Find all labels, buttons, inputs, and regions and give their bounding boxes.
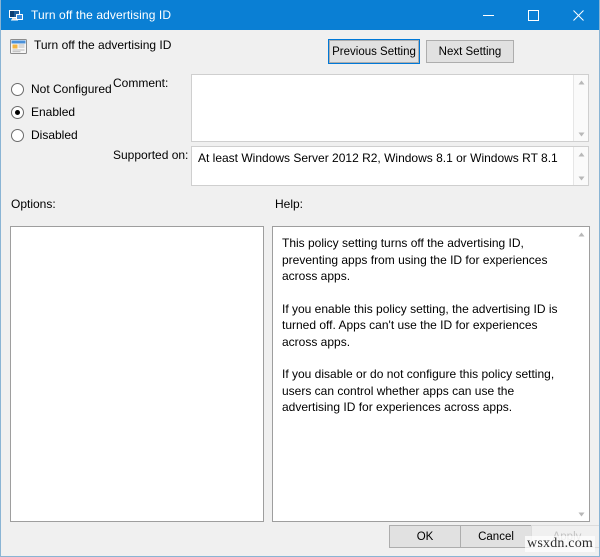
comment-label: Comment: (113, 76, 169, 90)
title-bar: Turn off the advertising ID (1, 0, 599, 30)
minimize-button[interactable] (466, 0, 511, 30)
policy-display-icon (8, 7, 24, 23)
help-panel: This policy setting turns off the advert… (272, 226, 590, 522)
help-scrollbar[interactable] (574, 227, 589, 521)
radio-enabled-label: Enabled (31, 105, 76, 119)
radio-not-configured-mark[interactable] (11, 82, 24, 96)
ok-button[interactable]: OK (389, 525, 461, 548)
help-paragraph-3: If you disable or do not configure this … (282, 367, 555, 414)
next-setting-button[interactable]: Next Setting (426, 40, 514, 63)
supported-on-label: Supported on: (113, 148, 189, 162)
options-label: Options: (11, 197, 56, 211)
previous-setting-button[interactable]: Previous Setting (328, 39, 420, 64)
radio-enabled-mark[interactable] (11, 105, 24, 119)
radio-disabled[interactable]: Disabled (11, 126, 78, 144)
supported-on-textbox[interactable]: At least Windows Server 2012 R2, Windows… (191, 146, 589, 186)
maximize-button[interactable] (511, 0, 556, 30)
radio-not-configured-label: Not Configured (31, 82, 112, 96)
comment-scroll-up-icon[interactable] (574, 75, 589, 89)
help-text: This policy setting turns off the advert… (273, 227, 574, 521)
options-panel[interactable] (10, 226, 264, 522)
comment-scroll-down-icon[interactable] (574, 127, 589, 141)
help-paragraph-2: If you enable this policy setting, the a… (282, 301, 558, 349)
supported-on-scrollbar[interactable] (573, 147, 588, 185)
page-title: Turn off the advertising ID (34, 38, 172, 52)
comment-scrollbar[interactable] (573, 75, 588, 141)
policy-setting-dialog: Turn off the advertising ID Turn off the… (0, 0, 600, 557)
radio-not-configured[interactable]: Not Configured (11, 80, 112, 98)
close-button[interactable] (556, 0, 599, 30)
comment-input[interactable] (192, 75, 573, 141)
radio-enabled[interactable]: Enabled (11, 103, 75, 121)
group-policy-setting-icon (10, 38, 27, 55)
minimize-icon (483, 14, 494, 16)
help-label: Help: (275, 197, 304, 211)
window-title: Turn off the advertising ID (31, 8, 172, 22)
close-icon (573, 9, 584, 21)
help-paragraph-1: This policy setting turns off the advert… (282, 236, 548, 283)
help-scroll-up-icon[interactable] (574, 227, 589, 241)
supported-on-value: At least Windows Server 2012 R2, Windows… (198, 151, 558, 165)
help-scroll-down-icon[interactable] (574, 507, 589, 521)
radio-disabled-label: Disabled (31, 128, 78, 142)
supported-on-scroll-up-icon[interactable] (574, 147, 589, 161)
radio-disabled-mark[interactable] (11, 128, 24, 142)
supported-on-scroll-down-icon[interactable] (574, 171, 589, 185)
maximize-icon (528, 9, 539, 21)
watermark: wsxdn.com (525, 536, 595, 552)
cancel-button[interactable]: Cancel (460, 525, 532, 548)
comment-textbox[interactable] (191, 74, 589, 142)
